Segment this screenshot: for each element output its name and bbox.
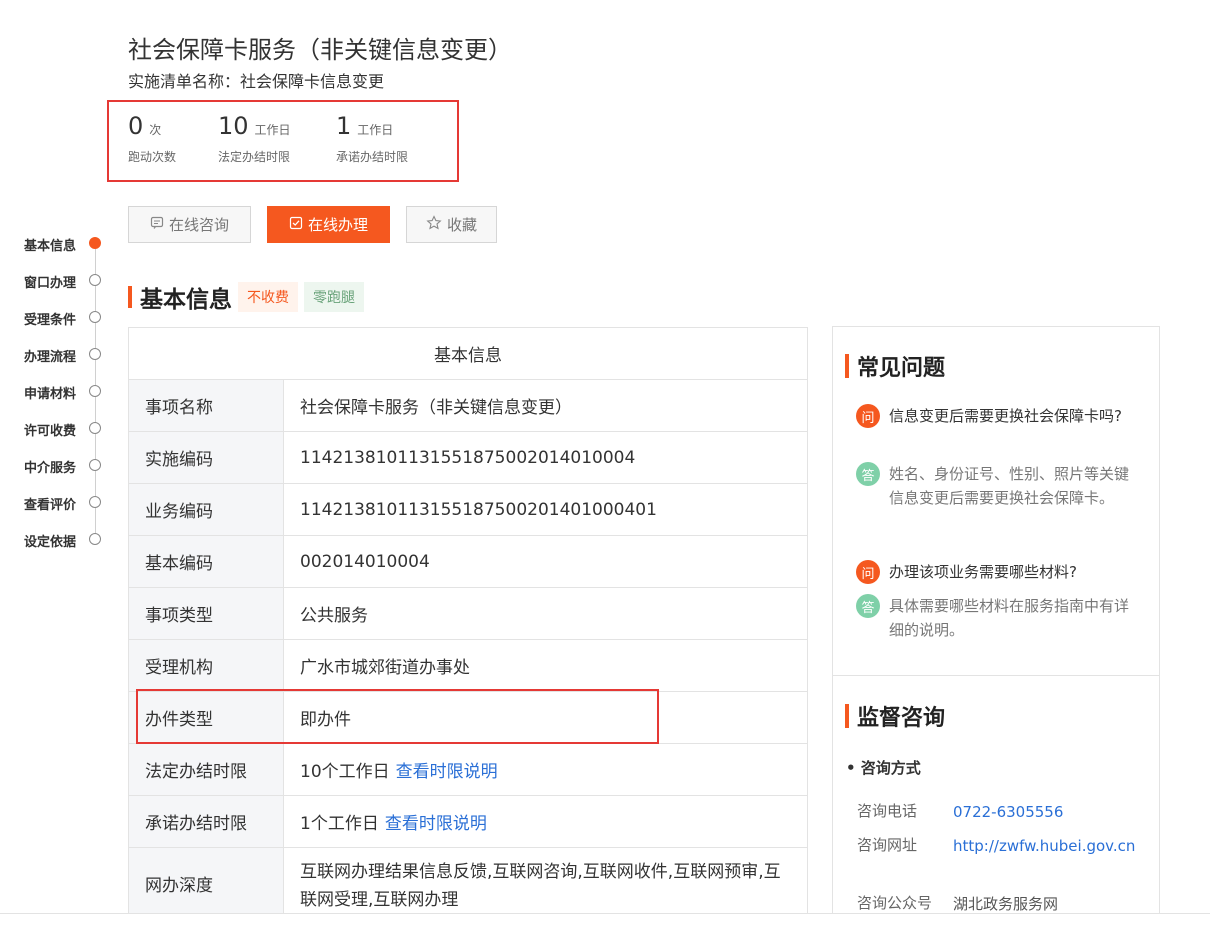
contact-label: 咨询电话	[857, 802, 918, 820]
faq-answer: 答 具体需要哪些材料在服务指南中有详细的说明。	[856, 594, 1141, 642]
online-consult-button[interactable]: 在线咨询	[128, 206, 251, 243]
side-nav-dot[interactable]	[89, 311, 101, 323]
online-consult-label: 在线咨询	[168, 216, 229, 234]
side-nav-dot[interactable]	[89, 348, 101, 360]
question-badge-icon: 问	[856, 560, 880, 584]
side-nav-item-basic-info[interactable]: 基本信息	[24, 235, 76, 254]
row-key: 受理机构	[128, 639, 284, 692]
section-accent-bar	[128, 286, 132, 308]
answer-badge-icon: 答	[856, 594, 880, 618]
basic-info-table: 基本信息 事项名称 社会保障卡服务（非关键信息变更） 实施编码 11421381…	[128, 327, 808, 924]
side-nav-item-basis[interactable]: 设定依据	[24, 531, 76, 550]
row-value: 1142138101131551875002014010004​01	[283, 483, 808, 536]
faq-question-text: 办理该项业务需要哪些材料?	[889, 563, 1077, 581]
side-nav-item-process[interactable]: 办理流程	[24, 346, 76, 365]
answer-badge-icon: 答	[856, 462, 880, 486]
page-subtitle: 实施清单名称：社会保障卡信息变更	[128, 72, 385, 91]
star-icon	[426, 214, 442, 235]
table-row: 法定办结时限 10个工作日 查看时限说明	[128, 743, 808, 796]
supervision-accent-bar	[845, 704, 849, 728]
checkbox-icon	[289, 216, 303, 234]
row-value-text: 10个工作日	[300, 762, 390, 782]
row-value: 社会保障卡服务（非关键信息变更）	[283, 379, 808, 432]
chat-icon	[150, 216, 164, 234]
row-value: 广水市城郊街道办事处	[283, 639, 808, 692]
row-key: 承诺办结时限	[128, 795, 284, 848]
viewport-bottom-strip	[0, 914, 1210, 927]
faq-question-text: 信息变更后需要更换社会保障卡吗?	[889, 407, 1122, 425]
side-nav-dot[interactable]	[89, 533, 101, 545]
tag-zero-visit: 零跑腿	[304, 282, 364, 312]
tag-free: 不收费	[238, 282, 298, 312]
table-row: 受理机构 广水市城郊街道办事处	[128, 639, 808, 692]
row-key: 法定办结时限	[128, 743, 284, 796]
row-value: 公共服务	[283, 587, 808, 640]
row-key: 事项类型	[128, 587, 284, 640]
table-row: 实施编码 11421381011315518750020140100​04	[128, 431, 808, 484]
faq-question: 问 办理该项业务需要哪些材料?	[856, 560, 1141, 584]
table-row: 基本编码 002014010004	[128, 535, 808, 588]
section-title: 基本信息 不收费 零跑腿	[128, 282, 364, 313]
faq-answer-text: 姓名、身份证号、性别、照片等关键信息变更后需要更换社会保障卡。	[889, 465, 1130, 507]
question-badge-icon: 问	[856, 404, 880, 428]
table-row: 业务编码 1142138101131551875002014010004​01	[128, 483, 808, 536]
side-nav-item-window[interactable]: 窗口办理	[24, 272, 76, 291]
contact-label: 咨询网址	[857, 836, 918, 854]
side-nav-dot[interactable]	[89, 237, 101, 249]
page-title: 社会保障卡服务（非关键信息变更）	[128, 36, 512, 64]
row-value: 10个工作日 查看时限说明	[283, 743, 808, 796]
side-nav-dot[interactable]	[89, 385, 101, 397]
side-nav-dot[interactable]	[89, 496, 101, 508]
row-value: 11421381011315518750020140100​04	[283, 431, 808, 484]
contact-website-row: 咨询网址 http://zwfw.hubei.gov.cn	[857, 834, 1139, 858]
row-value: 002014010004	[283, 535, 808, 588]
faq-answer-text: 具体需要哪些材料在服务指南中有详细的说明。	[889, 597, 1130, 639]
side-nav-dot[interactable]	[89, 459, 101, 471]
time-limit-link[interactable]: 查看时限说明	[385, 814, 487, 834]
contact-phone-row: 咨询电话 0722-6305556	[857, 800, 1139, 824]
table-row: 事项名称 社会保障卡服务（非关键信息变更）	[128, 379, 808, 432]
supervision-title: 监督咨询	[845, 700, 945, 732]
time-limit-link[interactable]: 查看时限说明	[396, 762, 498, 782]
faq-title-text: 常见问题	[857, 356, 946, 381]
contact-website-link[interactable]: http://zwfw.hubei.gov.cn	[953, 834, 1139, 858]
table-header: 基本信息	[128, 327, 808, 380]
section-title-text: 基本信息	[140, 287, 232, 313]
faq-answer: 答 姓名、身份证号、性别、照片等关键信息变更后需要更换社会保障卡。	[856, 462, 1141, 510]
faq-question: 问 信息变更后需要更换社会保障卡吗?	[856, 404, 1141, 428]
side-nav-item-reviews[interactable]: 查看评价	[24, 494, 76, 513]
table-header-row: 基本信息	[128, 327, 808, 380]
row-key: 业务编码	[128, 483, 284, 536]
row-key: 基本编码	[128, 535, 284, 588]
table-row: 承诺办结时限 1个工作日 查看时限说明	[128, 795, 808, 848]
online-handle-button[interactable]: 在线办理	[267, 206, 390, 243]
online-handle-label: 在线办理	[307, 216, 368, 234]
side-nav-item-agency[interactable]: 中介服务	[24, 457, 76, 476]
row-key: 实施编码	[128, 431, 284, 484]
table-row: 事项类型 公共服务	[128, 587, 808, 640]
side-nav-dot[interactable]	[89, 422, 101, 434]
contact-method-heading: • 咨询方式	[846, 759, 921, 777]
row-highlight-box	[136, 689, 659, 744]
favorite-button[interactable]: 收藏	[406, 206, 497, 243]
faq-accent-bar	[845, 354, 849, 378]
row-value-text: 1个工作日	[300, 814, 379, 834]
supervision-title-text: 监督咨询	[857, 706, 946, 731]
favorite-label: 收藏	[446, 216, 477, 234]
stats-highlight-box	[107, 100, 459, 182]
faq-title: 常见问题	[845, 350, 945, 382]
side-nav-item-fees[interactable]: 许可收费	[24, 420, 76, 439]
contact-label: 咨询公众号	[857, 894, 933, 912]
side-nav-item-materials[interactable]: 申请材料	[24, 383, 76, 402]
row-key: 事项名称	[128, 379, 284, 432]
side-nav-item-conditions[interactable]: 受理条件	[24, 309, 76, 328]
contact-phone-link[interactable]: 0722-6305556	[953, 800, 1139, 824]
side-nav-dot[interactable]	[89, 274, 101, 286]
row-value: 1个工作日 查看时限说明	[283, 795, 808, 848]
panel-divider	[832, 675, 1160, 676]
